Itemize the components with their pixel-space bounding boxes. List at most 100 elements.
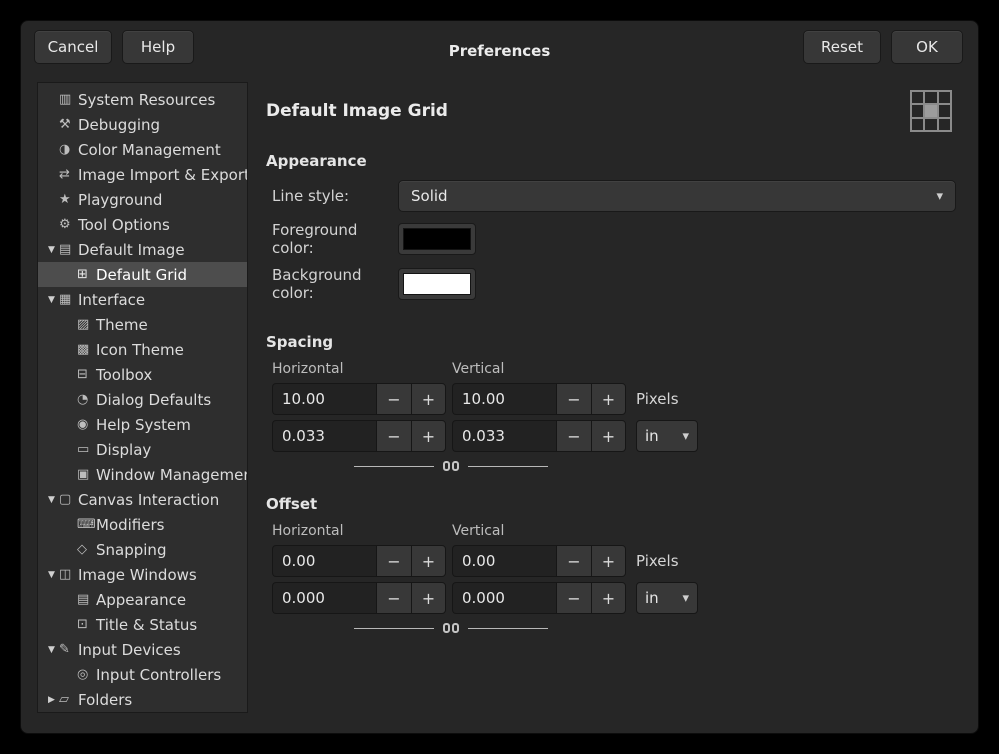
spacing-chain-broken-icon[interactable] (443, 461, 459, 471)
sidebar-item-debugging[interactable]: ⚒ Debugging (38, 112, 247, 137)
offset-chain-broken-icon[interactable] (443, 623, 459, 633)
expander-icon[interactable]: ▶ (44, 695, 59, 705)
spacing-horizontal-pixels-increment-button[interactable]: + (411, 383, 446, 415)
preferences-tree: ▥ System Resources ⚒ Debugging ◑ Color M… (37, 82, 248, 713)
spacing-vertical-pixels-decrement-button[interactable]: − (556, 383, 591, 415)
spacing-horizontal-pixels-input[interactable] (272, 383, 376, 415)
sidebar-item-snapping[interactable]: ◇ Snapping (38, 537, 247, 562)
image-import-export-icon: ⇄ (59, 167, 78, 182)
spacing-horizontal-header: Horizontal (272, 361, 452, 377)
sidebar-item-label: System Resources (78, 91, 215, 109)
color-management-icon: ◑ (59, 142, 78, 157)
sidebar-item-system-resources[interactable]: ▥ System Resources (38, 87, 247, 112)
offset-vertical-units-increment-button[interactable]: + (591, 582, 626, 614)
sidebar-item-title-status[interactable]: ⊡ Title & Status (38, 612, 247, 637)
sidebar-item-help-system[interactable]: ◉ Help System (38, 412, 247, 437)
offset-horizontal-pixels-increment-button[interactable]: + (411, 545, 446, 577)
sidebar-item-label: Default Image (78, 241, 185, 259)
sidebar-item-toolbox[interactable]: ⊟ Toolbox (38, 362, 247, 387)
spacing-unit-dropdown[interactable]: in ▾ (636, 420, 698, 452)
ok-button[interactable]: OK (891, 30, 963, 64)
offset-horizontal-units-increment-button[interactable]: + (411, 582, 446, 614)
sidebar-item-theme[interactable]: ▨ Theme (38, 312, 247, 337)
grid-preview-icon (910, 90, 952, 132)
line-style-dropdown[interactable]: Solid ▾ (398, 180, 956, 212)
sidebar-item-label: Display (96, 441, 151, 459)
sidebar-item-icon-theme[interactable]: ▩ Icon Theme (38, 337, 247, 362)
spacing-vertical-pixels-input[interactable] (452, 383, 556, 415)
background-color-label: Background color: (272, 266, 398, 302)
sidebar-item-dialog-defaults[interactable]: ◔ Dialog Defaults (38, 387, 247, 412)
sidebar-item-color-management[interactable]: ◑ Color Management (38, 137, 247, 162)
offset-vertical-pixels-increment-button[interactable]: + (591, 545, 626, 577)
sidebar-item-image-windows[interactable]: ▼ ◫ Image Windows (38, 562, 247, 587)
sidebar-item-default-image[interactable]: ▼ ▤ Default Image (38, 237, 247, 262)
reset-button[interactable]: Reset (803, 30, 881, 64)
appearance-section: Appearance Line style: Solid ▾ Foregroun… (266, 152, 956, 302)
foreground-color-button[interactable] (398, 223, 476, 255)
sidebar-item-playground[interactable]: ★ Playground (38, 187, 247, 212)
sidebar-item-modifiers[interactable]: ⌨ Modifiers (38, 512, 247, 537)
sidebar-item-default-grid[interactable]: ⊞ Default Grid (38, 262, 247, 287)
sidebar-item-label: Canvas Interaction (78, 491, 219, 509)
offset-vertical-pixels-input[interactable] (452, 545, 556, 577)
modifiers-icon: ⌨ (77, 517, 96, 532)
display-icon: ▭ (77, 442, 96, 457)
spacing-vertical-units-decrement-button[interactable]: − (556, 420, 591, 452)
title-status-icon: ⊡ (77, 617, 96, 632)
sidebar-item-input-devices[interactable]: ▼ ✎ Input Devices (38, 637, 247, 662)
offset-unit-dropdown[interactable]: in ▾ (636, 582, 698, 614)
foreground-color-swatch (403, 228, 471, 250)
offset-horizontal-units-input[interactable] (272, 582, 376, 614)
cancel-button[interactable]: Cancel (34, 30, 112, 64)
expander-icon[interactable]: ▼ (44, 245, 59, 255)
expander-icon[interactable]: ▼ (44, 495, 59, 505)
appearance-icon: ▤ (77, 592, 96, 607)
sidebar-item-image-import-export[interactable]: ⇄ Image Import & Export (38, 162, 247, 187)
sidebar-item-label: Snapping (96, 541, 166, 559)
preferences-dialog: Preferences Cancel Help Reset OK ▥ Syste… (20, 20, 979, 734)
help-button[interactable]: Help (122, 30, 194, 64)
offset-horizontal-pixels-input[interactable] (272, 545, 376, 577)
offset-unit-value: in (645, 589, 659, 607)
sidebar-item-label: Image Windows (78, 566, 197, 584)
sidebar-item-display[interactable]: ▭ Display (38, 437, 247, 462)
expander-icon[interactable]: ▼ (44, 570, 59, 580)
spacing-horizontal-units-increment-button[interactable]: + (411, 420, 446, 452)
background-color-button[interactable] (398, 268, 476, 300)
offset-vertical-units-decrement-button[interactable]: − (556, 582, 591, 614)
spacing-section: Spacing Horizontal Vertical − + − + (266, 333, 956, 471)
sidebar-item-label: Tool Options (78, 216, 170, 234)
offset-vertical-units-input[interactable] (452, 582, 556, 614)
offset-vertical-units-spinner: − + (452, 582, 629, 614)
expander-icon[interactable]: ▼ (44, 295, 59, 305)
spacing-vertical-pixels-increment-button[interactable]: + (591, 383, 626, 415)
spacing-vertical-units-input[interactable] (452, 420, 556, 452)
sidebar-item-interface[interactable]: ▼ ▦ Interface (38, 287, 247, 312)
sidebar-item-label: Modifiers (96, 516, 164, 534)
spacing-pixels-unit-label: Pixels (636, 390, 679, 408)
sidebar-item-tool-options[interactable]: ⚙ Tool Options (38, 212, 247, 237)
spacing-horizontal-pixels-decrement-button[interactable]: − (376, 383, 411, 415)
spacing-unit-value: in (645, 427, 659, 445)
spacing-horizontal-units-decrement-button[interactable]: − (376, 420, 411, 452)
sidebar-item-label: Input Devices (78, 641, 181, 659)
sidebar-item-input-controllers[interactable]: ◎ Input Controllers (38, 662, 247, 687)
expander-icon[interactable]: ▼ (44, 645, 59, 655)
sidebar-item-label: Appearance (96, 591, 186, 609)
offset-horizontal-pixels-decrement-button[interactable]: − (376, 545, 411, 577)
sidebar-item-folders[interactable]: ▶ ▱ Folders (38, 687, 247, 712)
playground-icon: ★ (59, 192, 78, 207)
sidebar-item-appearance[interactable]: ▤ Appearance (38, 587, 247, 612)
interface-icon: ▦ (59, 292, 78, 307)
spacing-horizontal-units-input[interactable] (272, 420, 376, 452)
offset-horizontal-units-decrement-button[interactable]: − (376, 582, 411, 614)
sidebar-item-canvas-interaction[interactable]: ▼ ▢ Canvas Interaction (38, 487, 247, 512)
offset-vertical-pixels-decrement-button[interactable]: − (556, 545, 591, 577)
sidebar-item-window-management[interactable]: ▣ Window Management (38, 462, 247, 487)
chevron-down-icon: ▾ (936, 189, 943, 204)
spacing-vertical-units-increment-button[interactable]: + (591, 420, 626, 452)
section-title-appearance: Appearance (266, 152, 956, 170)
section-title-spacing: Spacing (266, 333, 956, 351)
sidebar-item-label: Title & Status (96, 616, 197, 634)
